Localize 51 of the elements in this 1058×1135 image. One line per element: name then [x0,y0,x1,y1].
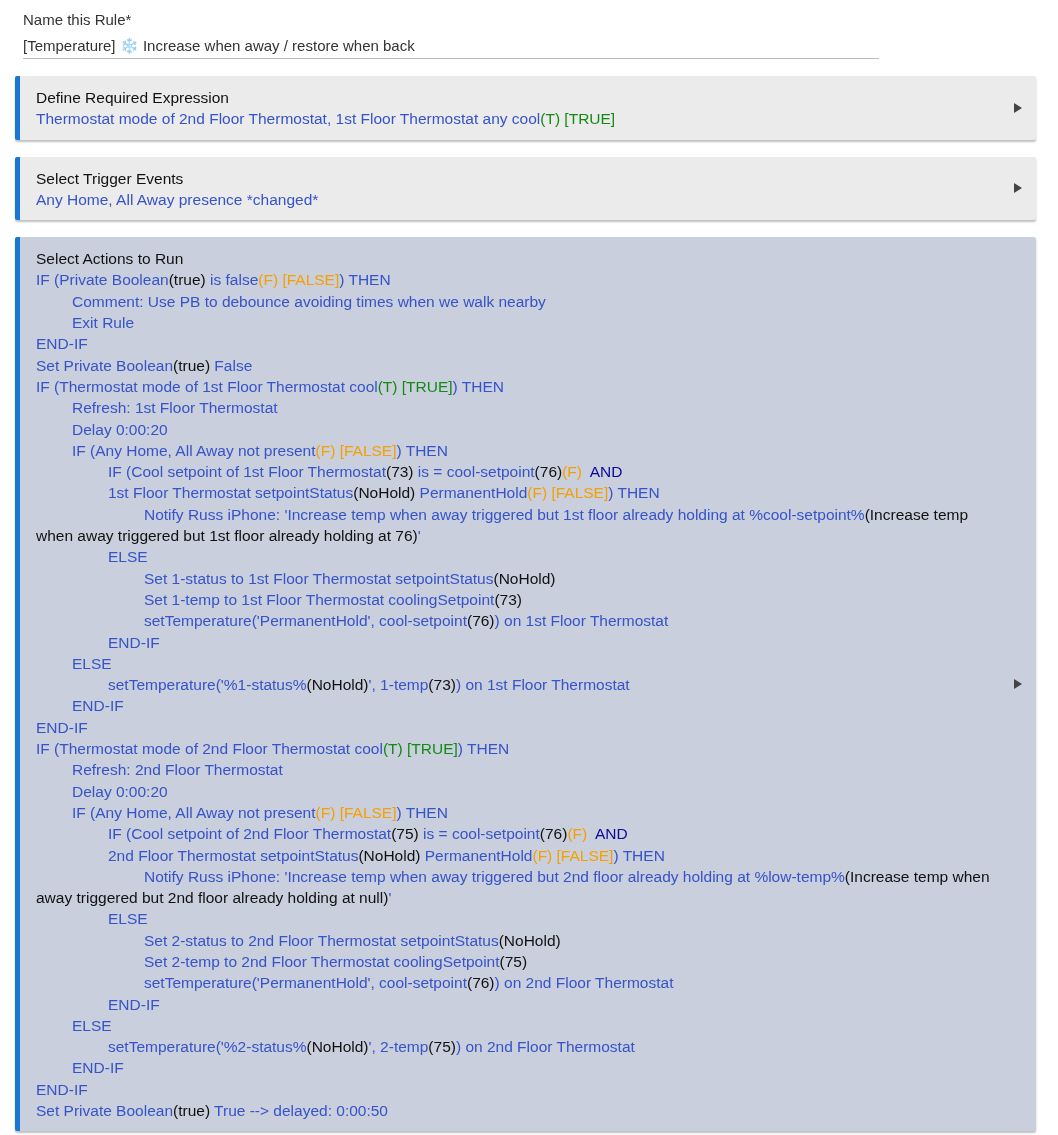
rule-line: IF (Thermostat mode of 1st Floor Thermostat cool(T) [TRUE]) THEN [36,376,505,397]
rule-line: Exit Rule [71,313,136,334]
rule-name-field[interactable]: [Temperature] ❄ Increase when away / restore when back [23,37,879,59]
section-title: Define Required Expression [36,88,230,108]
rule-line: Comment: Use PB to debounce avoiding times when we walk nearby [71,291,547,312]
rule-line: END-IF [36,1079,89,1100]
section-title: Select Trigger Events [36,168,185,189]
section-title: Select Actions to Run [36,249,185,270]
rule-line: Refresh: 1st Floor Thermostat [71,398,279,419]
rule-line: Refresh: 2nd Floor Thermostat [71,760,284,781]
rule-line: IF (Private Boolean(true) is false(F) [FALSE]) THEN [36,270,392,291]
rule-line: Set 2-status to 2nd Floor Thermostat setpointStatus(NoHold) [143,930,562,951]
rule-line: Set Private Boolean(true) True --> delayed: 0:00:50 [36,1101,389,1122]
rule-line: setTemperature('%2-status%(NoHold)', 2-temp(75)) on 2nd Floor Thermostat [107,1037,636,1058]
rule-line: Set 1-temp to 1st Floor Thermostat coolingSetpoint(73) [143,589,523,610]
rule-line: Set Private Boolean(true) False [36,355,254,376]
rule-line: IF (Cool setpoint of 2nd Floor Thermostat(75) is = cool-setpoint(76)(F) AND [107,824,629,845]
rule-line: Delay 0:00:20 [71,781,169,802]
rule-line: Any Home, All Away presence *changed* [36,189,320,210]
rule-line: IF (Any Home, All Away not present(F) [FALSE]) THEN [71,802,449,823]
expand-caret-icon[interactable] [1014,183,1022,194]
rule-line: Notify Russ iPhone: 'Increase temp when away triggered but 1st floor already holding at %cool-setpoint%(Increase temp when away triggered but 1st floor already holding at 76)' [36,504,970,547]
rule-line: Set 2-temp to 2nd Floor Thermostat coolingSetpoint(75) [143,952,529,972]
rule-line: setTemperature('PermanentHold', cool-setpoint(76)) on 2nd Floor Thermostat [143,973,675,994]
rule-line: END-IF [71,1058,125,1079]
section-panel[interactable] [15,237,1036,1132]
section-panel[interactable]: Define Required Expression Thermostat mode of 2nd Floor Thermostat, 1st Floor Thermostat any cool(T) [TRUE] [15,76,1036,140]
expand-caret-icon[interactable] [1014,679,1022,690]
rule-line: END-IF [36,334,89,355]
rule-line: END-IF [36,717,89,738]
rule-line: Delay 0:00:20 [71,419,169,440]
rule-line: ELSE [107,909,149,930]
rule-line: Notify Russ iPhone: 'Increase temp when away triggered but 2nd floor already holding at %low-temp%(Increase temp when away triggered but 2nd floor already holding at null)' [36,866,991,909]
rule-line: 2nd Floor Thermostat setpointStatus(NoHold) PermanentHold(F) [FALSE]) THEN [107,845,666,866]
section-panel[interactable]: Select Trigger Events Any Home, All Away presence *changed* [15,156,1036,221]
field-label: Name this Rule* [23,10,133,30]
rule-line: ELSE [107,547,149,568]
rule-line: ELSE [71,653,113,674]
expand-caret-icon[interactable] [1014,102,1022,113]
rule-line: END-IF [71,696,125,717]
rule-line: setTemperature('%1-status%(NoHold)', 1-temp(73)) on 1st Floor Thermostat [107,675,631,696]
rule-line: IF (Any Home, All Away not present(F) [FALSE]) THEN [71,440,449,461]
rule-line: ELSE [71,1015,113,1036]
rule-line: IF (Thermostat mode of 2nd Floor Thermostat cool(T) [TRUE]) THEN [36,739,511,759]
rule-line: IF (Cool setpoint of 1st Floor Thermostat(73) is = cool-setpoint(76)(F) AND [107,462,624,483]
rule-line: 1st Floor Thermostat setpointStatus(NoHold) PermanentHold(F) [FALSE]) THEN [107,483,661,504]
rule-line: Set 1-status to 1st Floor Thermostat setpointStatus(NoHold) [143,568,557,589]
rule-line: Thermostat mode of 2nd Floor Thermostat, 1st Floor Thermostat any cool(T) [TRUE] [36,109,617,130]
rule-line: END-IF [107,632,161,653]
rule-line: END-IF [107,994,161,1015]
rule-line: setTemperature('PermanentHold', cool-setpoint(76)) on 1st Floor Thermostat [143,611,670,632]
